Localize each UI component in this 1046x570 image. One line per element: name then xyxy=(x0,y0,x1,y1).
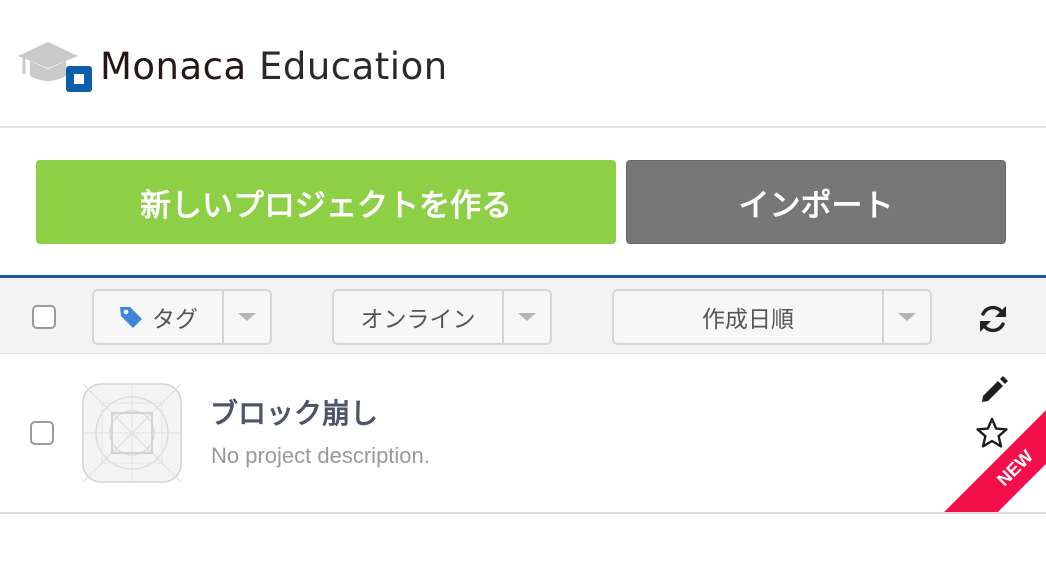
import-label: インポート xyxy=(738,187,894,224)
chevron-down-icon xyxy=(518,313,536,321)
tag-icon xyxy=(120,307,142,328)
sort-order-dropdown[interactable]: 作成日順 xyxy=(612,289,932,345)
star-icon[interactable] xyxy=(975,416,1009,450)
brand-name: Monaca xyxy=(100,44,247,88)
tag-filter-display: タグ xyxy=(94,291,222,343)
app-header: Monaca Education xyxy=(0,0,1046,128)
sort-order-toggle[interactable] xyxy=(882,291,930,343)
project-description: No project description. xyxy=(211,443,430,468)
logo-wordmark: Monaca Education xyxy=(100,45,448,88)
sort-order-display: 作成日順 xyxy=(614,291,882,343)
online-filter-toggle[interactable] xyxy=(502,291,550,343)
project-list-toolbar: タグ オンライン 作成日順 xyxy=(0,278,1046,354)
project-select-checkbox[interactable] xyxy=(30,421,54,445)
tag-filter-label: タグ xyxy=(152,307,198,333)
tag-filter-toggle[interactable] xyxy=(222,291,270,343)
product-name: Education xyxy=(258,44,448,88)
new-badge: NEW xyxy=(937,390,1046,512)
project-thumbnail xyxy=(82,383,182,483)
create-project-button[interactable]: 新しいプロジェクトを作る xyxy=(36,160,616,244)
chevron-down-icon xyxy=(238,313,256,321)
sort-order-label: 作成日順 xyxy=(702,307,794,333)
chevron-down-icon xyxy=(898,313,916,321)
import-button[interactable]: インポート xyxy=(626,160,1006,244)
project-title[interactable]: ブロック崩し xyxy=(210,392,378,432)
new-badge-label: NEW xyxy=(992,445,1037,490)
create-project-label: 新しいプロジェクトを作る xyxy=(140,187,512,224)
tag-filter-dropdown[interactable]: タグ xyxy=(92,289,272,345)
online-filter-display: オンライン xyxy=(334,291,502,343)
online-filter-dropdown[interactable]: オンライン xyxy=(332,289,552,345)
refresh-icon[interactable] xyxy=(975,301,1011,337)
pencil-icon[interactable] xyxy=(978,374,1010,406)
graduation-cap-icon xyxy=(16,38,98,94)
online-filter-label: オンライン xyxy=(360,307,476,333)
project-list-item[interactable]: ブロック崩し No project description. NEW xyxy=(0,354,1046,514)
select-all-checkbox[interactable] xyxy=(32,305,56,329)
monaca-education-logo[interactable]: Monaca Education xyxy=(16,36,448,96)
